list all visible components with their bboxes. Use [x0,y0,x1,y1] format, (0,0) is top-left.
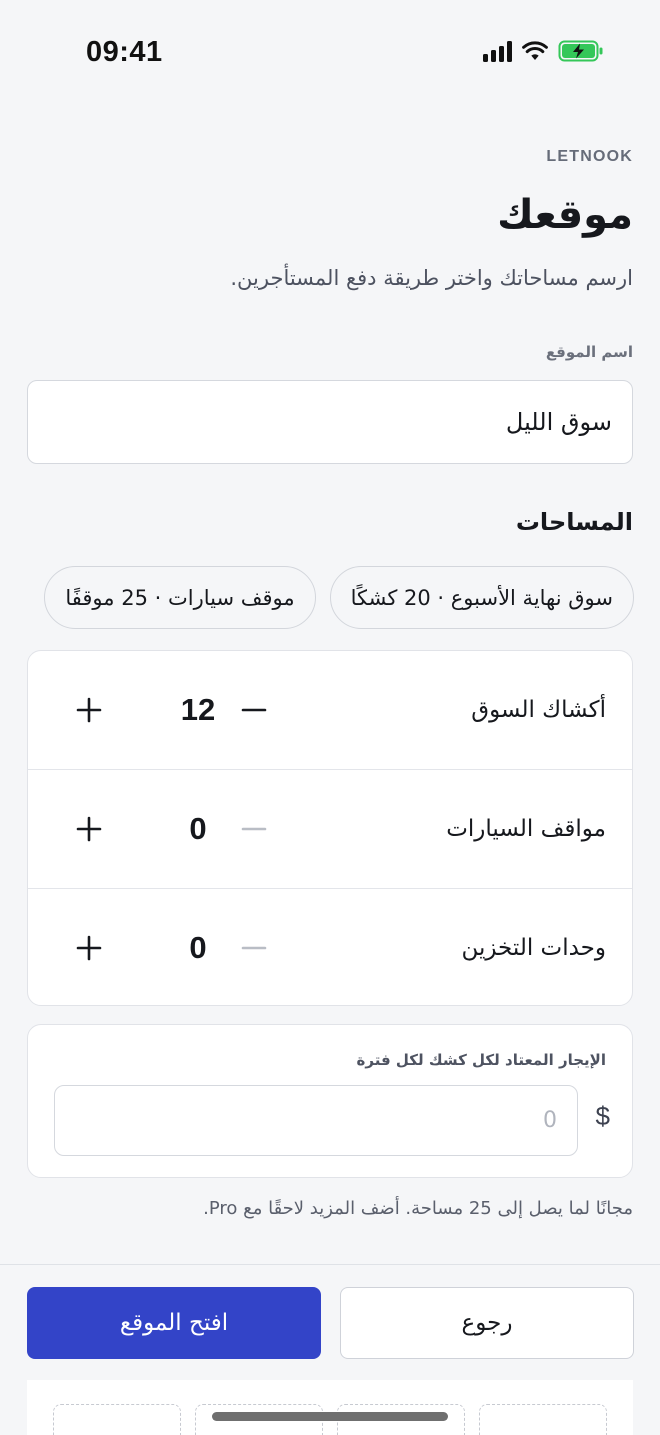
spaces-section-title: المساحات [515,508,633,536]
rent-card: الإيجار المعتاد لكل كشك لكل فترة $ 0 [27,1024,633,1178]
counter-row-stalls: أكشاك السوق 12 [28,651,632,769]
layout-preview-peek [27,1380,633,1435]
rent-label: الإيجار المعتاد لكل كشك لكل فترة [356,1051,606,1069]
free-tier-note: مجانًا لما يصل إلى 25 مساحة. أضف المزيد … [203,1198,633,1219]
counter-label-storage: وحدات التخزين [461,934,606,961]
plus-icon[interactable] [61,920,117,976]
wifi-icon [522,41,548,60]
minus-icon[interactable] [226,920,282,976]
bottom-divider [0,1264,660,1265]
page-subtitle: ارسم مساحاتك واختر طريقة دفع المستأجرين. [230,266,633,290]
stalls-stepper: 12 [58,651,318,769]
minus-icon[interactable] [226,801,282,857]
open-site-button[interactable]: افتح الموقع [27,1287,321,1359]
battery-charging-icon [558,40,603,62]
preview-slot [479,1404,607,1435]
preview-slot [53,1404,181,1435]
preset-chip-car-park[interactable]: موقف سيارات · 25 موقفًا [44,566,316,629]
site-name-input[interactable]: سوق الليل [27,380,633,464]
brand-label: LETNOOK [546,148,633,165]
counter-label-stalls: أكشاك السوق [471,697,606,723]
space-counters-card: أكشاك السوق 12 مواقف السيارات 0 وحدات ال… [27,650,633,1006]
cellular-signal-icon [483,40,512,62]
currency-symbol: $ [595,1101,610,1131]
status-icons [483,40,604,62]
back-button[interactable]: رجوع [340,1287,634,1359]
storage-stepper: 0 [58,889,318,1005]
counter-row-parking: مواقف السيارات 0 [28,769,632,887]
preset-chip-weekend-market[interactable]: سوق نهاية الأسبوع · 20 كشكًا [329,566,634,629]
status-time: 09:41 [86,36,163,68]
counter-row-storage: وحدات التخزين 0 [28,888,632,1005]
status-bar: 09:41 [0,0,660,100]
minus-icon[interactable] [226,682,282,738]
site-name-label: اسم الموقع [545,343,633,361]
plus-icon[interactable] [61,682,117,738]
home-indicator [212,1412,448,1421]
plus-icon[interactable] [61,801,117,857]
preset-chips: سوق نهاية الأسبوع · 20 كشكًا موقف سيارات… [22,566,634,629]
counter-label-parking: مواقف السيارات [446,815,606,842]
parking-stepper: 0 [58,770,318,887]
page-title: موقعك [497,192,633,238]
rent-input[interactable]: 0 [54,1085,578,1156]
